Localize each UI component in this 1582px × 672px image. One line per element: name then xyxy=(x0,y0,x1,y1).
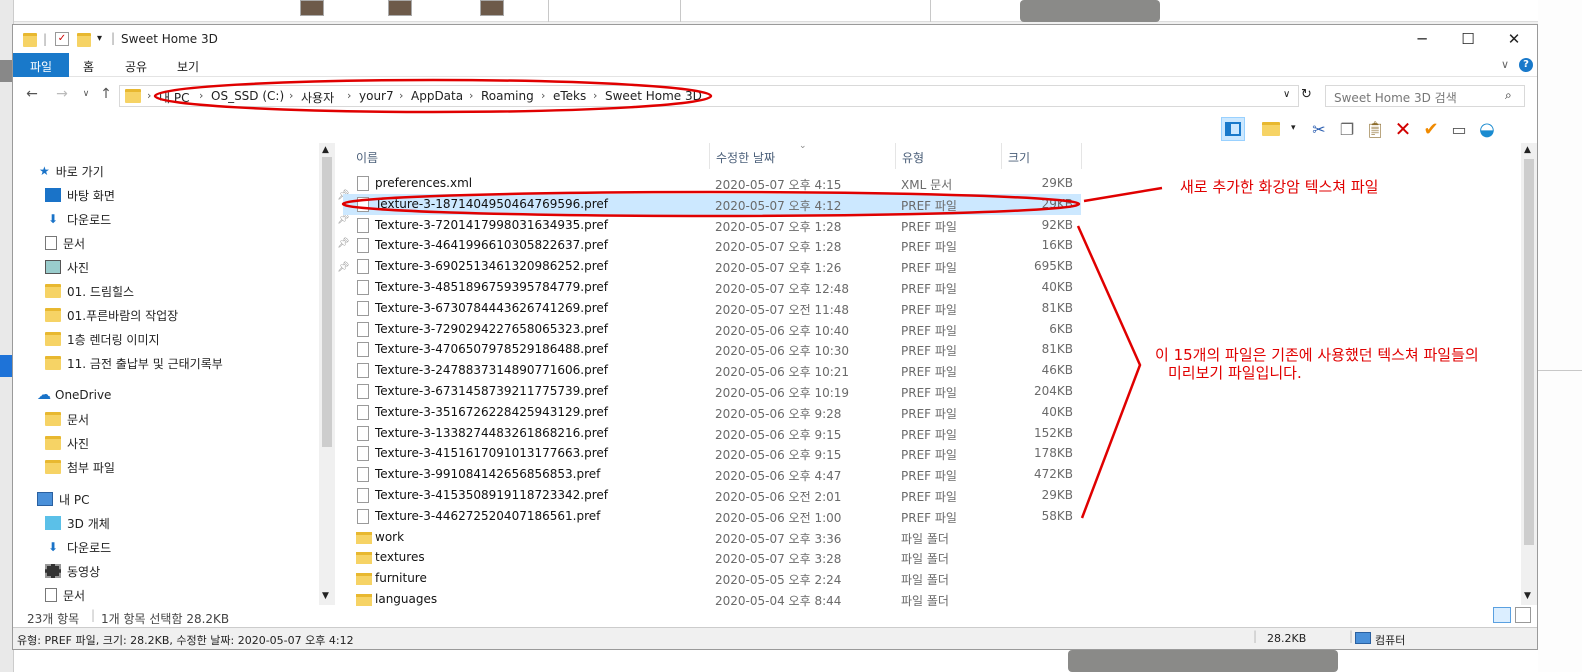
selected-file-highlight-ellipse xyxy=(341,190,1081,218)
address-highlight-ellipse xyxy=(153,78,713,114)
annotation-new-file: 새로 추가한 화강암 텍스쳐 파일 xyxy=(1180,178,1379,196)
annotation-bracket-line xyxy=(1076,225,1142,519)
annotation-overlay xyxy=(153,78,1163,519)
annotation-existing-files-line2: 미리보기 파일입니다. xyxy=(1168,364,1302,382)
annotation-pointer-line xyxy=(1083,186,1163,203)
